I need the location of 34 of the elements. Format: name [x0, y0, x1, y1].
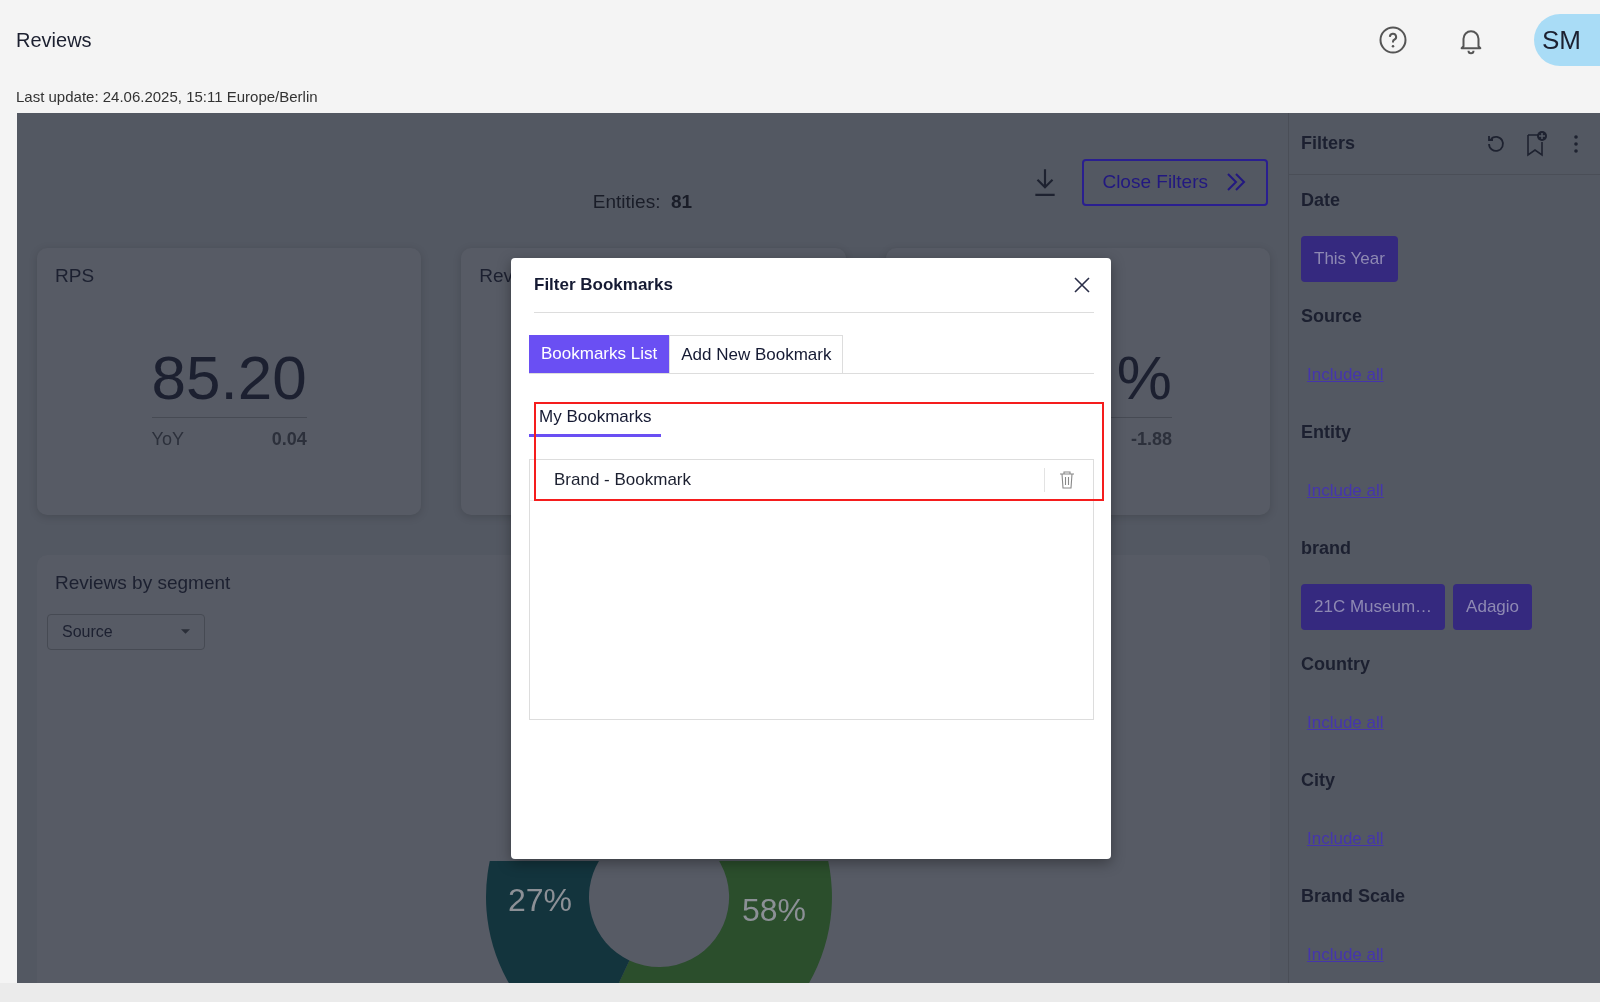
kpi-value: 85.20 — [151, 347, 307, 414]
filter-chip[interactable]: 21C Museum… — [1301, 584, 1446, 630]
card-title: RPS — [55, 264, 95, 288]
panel-title: Filters — [1301, 132, 1357, 155]
filter-label: Source — [1301, 305, 1364, 328]
filter-label: brand — [1301, 537, 1352, 560]
kpi-value: % — [1116, 347, 1172, 414]
filter-label: Date — [1301, 189, 1341, 212]
filter-chip[interactable]: This Year — [1301, 236, 1398, 282]
bookmark-plus-icon[interactable] — [1524, 130, 1548, 157]
percent-label: 27% — [508, 881, 572, 918]
card-title: Rev — [479, 264, 514, 288]
tab[interactable]: Bookmarks List — [529, 335, 670, 373]
caret-icon — [181, 628, 190, 635]
close-icon — [1072, 275, 1092, 295]
source-dropdown[interactable]: Source — [47, 613, 205, 650]
page-title: Reviews — [16, 28, 93, 53]
filter-label: Entity — [1301, 421, 1352, 444]
entities-count: Entities: 81 — [592, 190, 693, 214]
trash-icon[interactable] — [1059, 470, 1075, 489]
filter-label: Country — [1301, 653, 1371, 676]
help-icon[interactable] — [1378, 25, 1408, 55]
card-title: Reviews by segment — [54, 571, 232, 595]
filter-chip[interactable]: Adagio — [1453, 584, 1533, 630]
bookmark-item[interactable]: Brand - Bookmark — [530, 466, 1044, 493]
tab[interactable]: Add New Bookmark — [669, 335, 844, 373]
percent-label: 58% — [742, 891, 806, 928]
close-filters-button[interactable]: Close Filters — [1082, 158, 1268, 206]
filter-label: City — [1301, 769, 1336, 792]
user-avatar[interactable]: SM — [1534, 14, 1600, 66]
sub-tab[interactable]: My Bookmarks — [529, 398, 662, 437]
last-update-text: Last update: 24.06.2025, 15:11 Europe/Berlin — [15, 87, 319, 107]
modal-title: Filter Bookmarks — [534, 274, 673, 297]
filter-label: Brand Scale — [1301, 885, 1407, 908]
